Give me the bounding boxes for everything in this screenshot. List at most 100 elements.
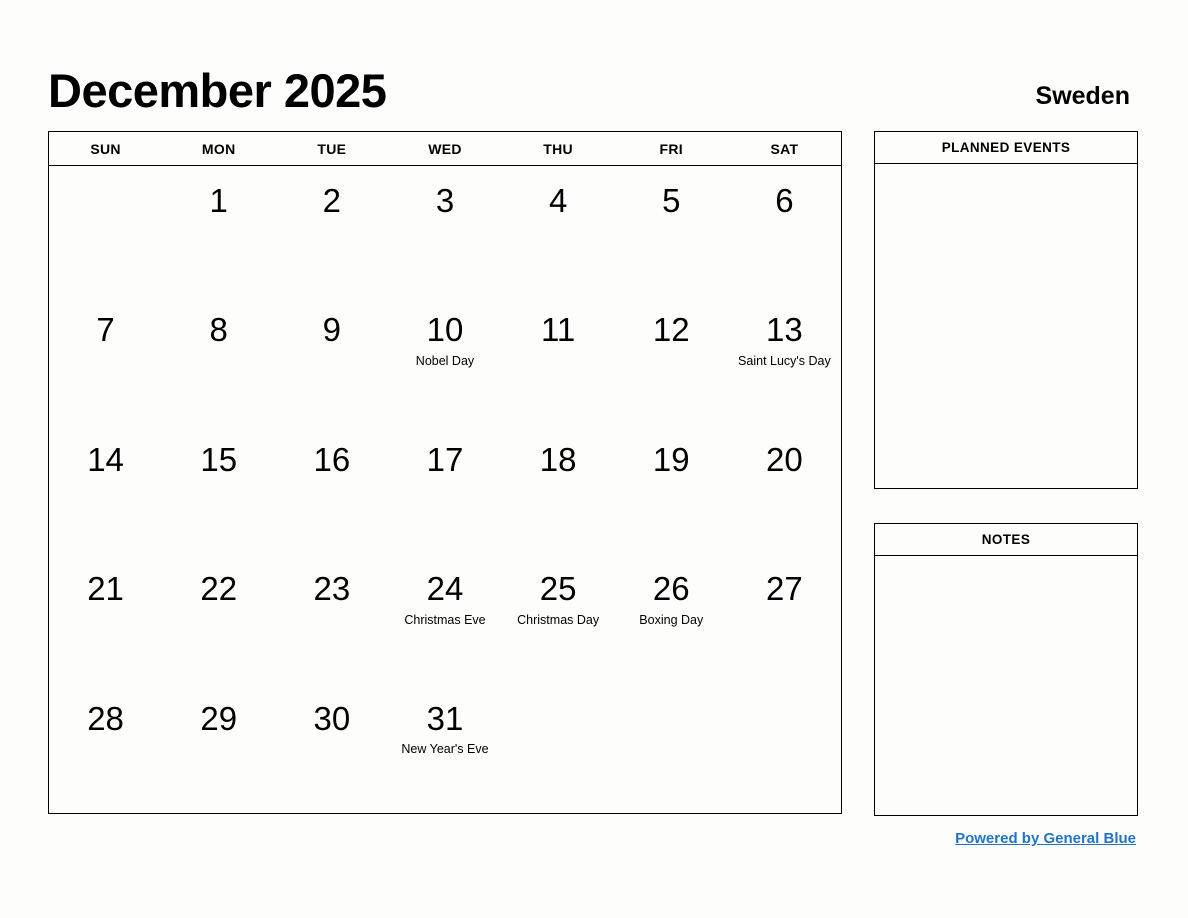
day-cell-30[interactable]: 30 (275, 684, 388, 813)
day-number: 19 (652, 440, 690, 478)
day-number: 20 (766, 440, 803, 478)
day-cell-empty (728, 684, 841, 813)
day-event-label: Christmas Eve (404, 612, 486, 627)
day-cell-19[interactable]: 19 (615, 425, 728, 554)
day-number: 30 (313, 699, 351, 737)
day-event-label: Nobel Day (415, 354, 475, 369)
day-cell-29[interactable]: 29 (162, 684, 275, 813)
day-event-label: Boxing Day (639, 612, 704, 627)
weekday-header-mon: MON (201, 140, 236, 157)
day-cell-22[interactable]: 22 (162, 554, 275, 683)
day-number: 26 (652, 570, 690, 608)
day-cell-27[interactable]: 27 (728, 554, 841, 683)
day-number: 9 (322, 311, 342, 349)
weekday-header-thu: THU (543, 140, 573, 157)
day-number: 29 (200, 699, 238, 737)
day-number: 1 (209, 182, 228, 219)
planned-events-panel: PLANNED EVENTS (874, 131, 1138, 489)
day-cell-21[interactable]: 21 (49, 554, 162, 683)
day-number: 25 (539, 570, 577, 608)
day-number: 17 (426, 440, 464, 478)
day-cell-3[interactable]: 3 (388, 166, 501, 295)
day-cell-empty (49, 166, 162, 295)
day-number: 22 (200, 570, 238, 608)
weekday-header-sat: SAT (770, 140, 799, 157)
calendar-weeks: 1 2 3 4 5 6 7 8 9 10 Nobel Day 11 12 13 Saint Lucy's D… (49, 166, 841, 813)
day-number: 28 (87, 699, 124, 737)
notes-panel: NOTES (874, 523, 1138, 816)
page-header: December 2025 Sweden (48, 52, 1140, 114)
planned-events-title: PLANNED EVENTS (875, 132, 1137, 164)
day-number: 13 (766, 311, 803, 349)
day-number: 3 (435, 182, 455, 219)
day-cell-25[interactable]: 25 Christmas Day (502, 554, 615, 683)
day-cell-12[interactable]: 12 (615, 295, 728, 424)
day-number: 21 (87, 570, 124, 608)
side-panels: PLANNED EVENTS NOTES (874, 131, 1138, 816)
day-cell-14[interactable]: 14 (49, 425, 162, 554)
calendar-page: December 2025 Sweden SUN MON TUE WED THU FRI S… (0, 0, 1188, 918)
day-cell-4[interactable]: 4 (502, 166, 615, 295)
day-number: 8 (209, 311, 228, 349)
day-cell-2[interactable]: 2 (275, 166, 388, 295)
planned-events-body[interactable] (875, 164, 1137, 488)
day-cell-24[interactable]: 24 Christmas Eve (388, 554, 501, 683)
day-cell-empty (502, 684, 615, 813)
day-number: 18 (539, 440, 577, 478)
week-row: 21 22 23 24 Christmas Eve 25 Christmas Day 26 Bo… (49, 554, 841, 683)
weekday-header-tue: TUE (317, 140, 347, 157)
week-row: 14 15 16 17 18 19 20 (49, 425, 841, 554)
weekday-header-sun: SUN (90, 140, 121, 157)
country-label: Sweden (1035, 82, 1130, 110)
day-cell-13[interactable]: 13 Saint Lucy's Day (728, 295, 841, 424)
day-cell-20[interactable]: 20 (728, 425, 841, 554)
week-row: 28 29 30 31 New Year's Eve (49, 684, 841, 813)
day-cell-5[interactable]: 5 (615, 166, 728, 295)
page-title: December 2025 (48, 64, 387, 117)
day-number: 15 (200, 440, 238, 478)
day-cell-17[interactable]: 17 (388, 425, 501, 554)
day-cell-31[interactable]: 31 New Year's Eve (388, 684, 501, 813)
day-event-label: Christmas Day (517, 612, 600, 627)
day-cell-26[interactable]: 26 Boxing Day (615, 554, 728, 683)
day-cell-8[interactable]: 8 (162, 295, 275, 424)
day-cell-7[interactable]: 7 (49, 295, 162, 424)
powered-by-link[interactable]: Powered by General Blue (955, 830, 1136, 847)
day-cell-28[interactable]: 28 (49, 684, 162, 813)
day-number: 2 (322, 182, 342, 219)
day-cell-23[interactable]: 23 (275, 554, 388, 683)
day-number: 7 (96, 311, 115, 349)
day-event-label: Saint Lucy's Day (738, 354, 831, 369)
day-number: 31 (426, 699, 464, 737)
day-number: 23 (313, 570, 351, 608)
weekday-header-row: SUN MON TUE WED THU FRI SAT (49, 132, 841, 166)
day-cell-10[interactable]: 10 Nobel Day (388, 295, 501, 424)
notes-body[interactable] (875, 556, 1137, 815)
day-number: 24 (426, 570, 464, 608)
day-number: 10 (426, 311, 464, 349)
notes-title: NOTES (875, 524, 1137, 556)
weekday-header-fri: FRI (659, 140, 683, 157)
day-number: 27 (766, 570, 803, 608)
day-cell-6[interactable]: 6 (728, 166, 841, 295)
weekday-header-wed: WED (428, 140, 462, 157)
day-number: 11 (541, 311, 576, 349)
week-row: 1 2 3 4 5 6 (49, 166, 841, 295)
day-cell-9[interactable]: 9 (275, 295, 388, 424)
day-cell-11[interactable]: 11 (502, 295, 615, 424)
day-number: 14 (87, 440, 124, 478)
day-number: 16 (313, 440, 351, 478)
day-event-label: New Year's Eve (401, 742, 489, 757)
day-cell-15[interactable]: 15 (162, 425, 275, 554)
calendar-grid: SUN MON TUE WED THU FRI SAT 1 2 3 4 5 6 7 8 9 10 Nobel D… (48, 131, 842, 814)
day-cell-18[interactable]: 18 (502, 425, 615, 554)
day-number: 4 (548, 182, 568, 219)
day-cell-16[interactable]: 16 (275, 425, 388, 554)
day-cell-empty (615, 684, 728, 813)
footer: Powered by General Blue (874, 830, 1138, 848)
day-number: 6 (775, 182, 794, 219)
week-row: 7 8 9 10 Nobel Day 11 12 13 Saint Lucy's Day (49, 295, 841, 424)
day-cell-1[interactable]: 1 (162, 166, 275, 295)
day-number: 12 (652, 311, 690, 349)
day-number: 5 (662, 182, 681, 219)
